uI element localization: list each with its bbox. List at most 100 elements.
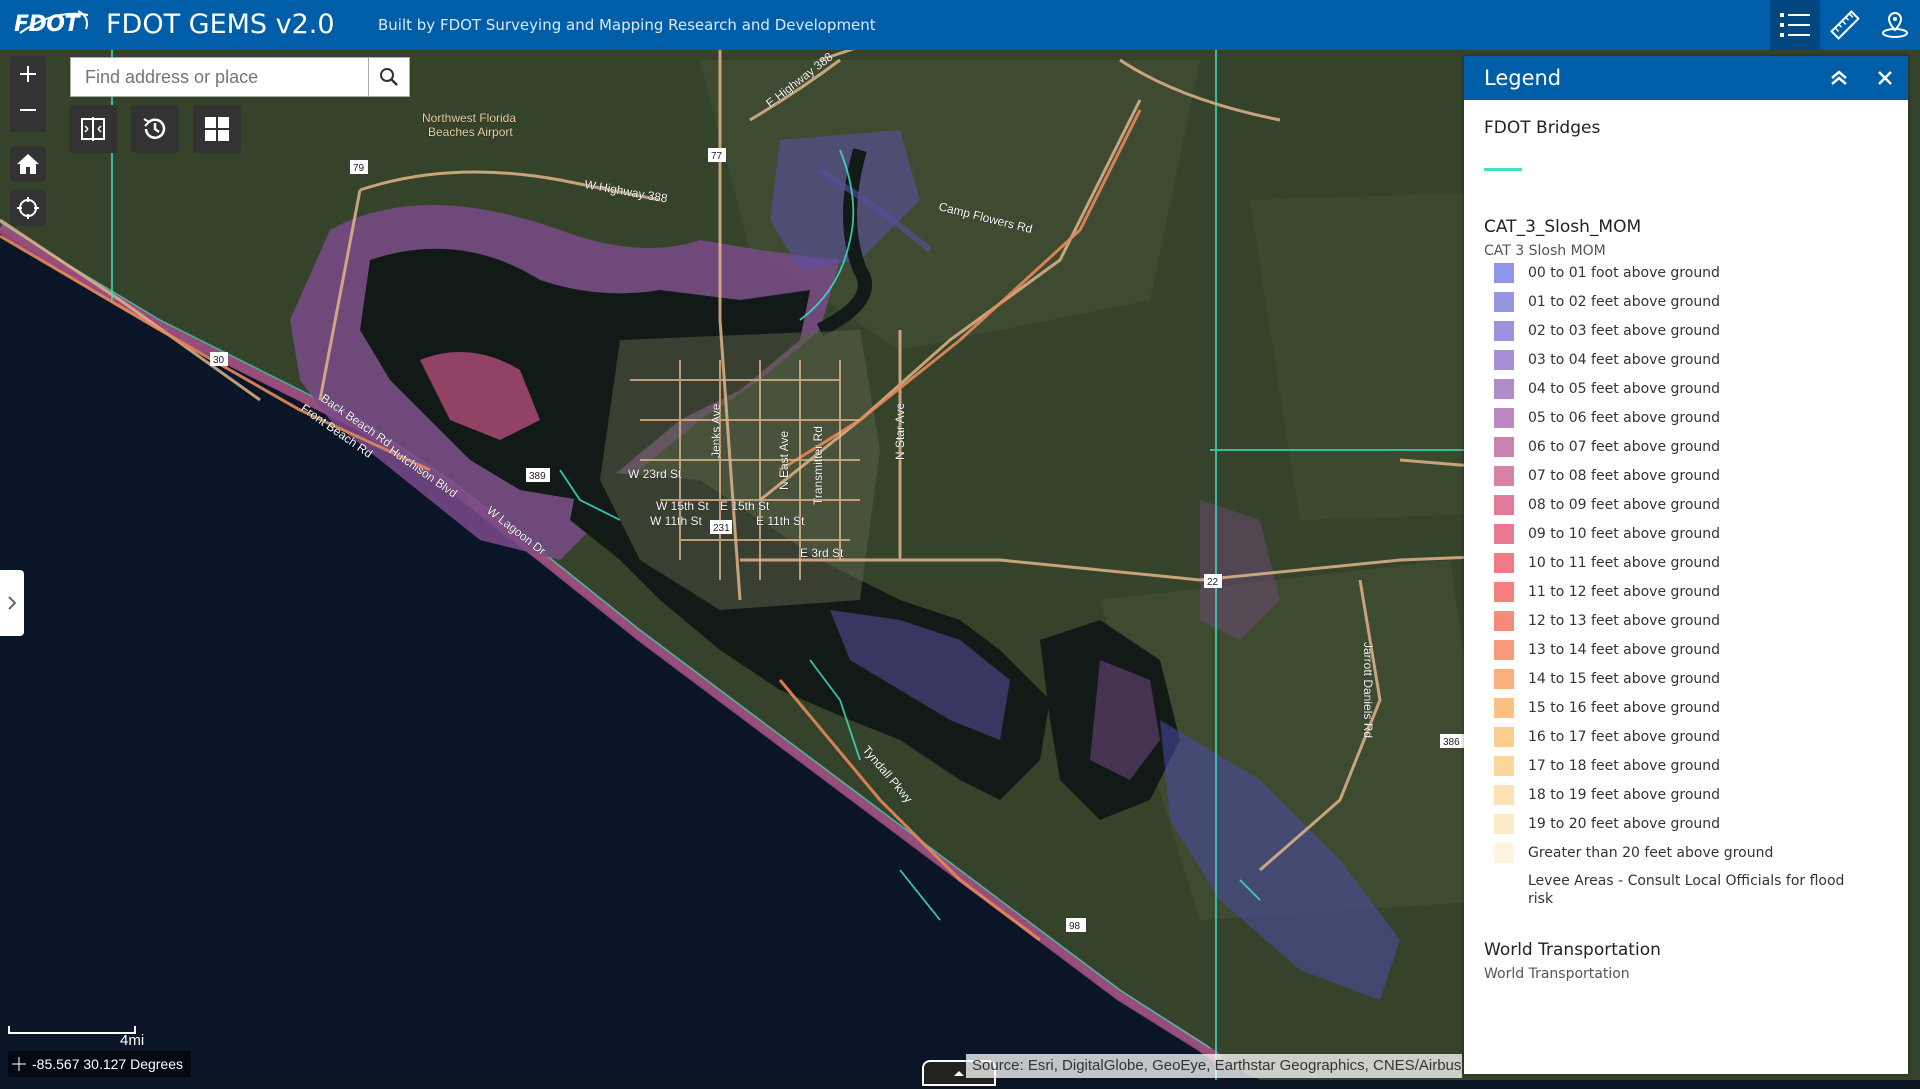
legend-item: 05 to 06 feet above ground	[1484, 408, 1884, 437]
legend-surge-sublabel: CAT 3 Slosh MOM	[1484, 243, 1606, 259]
legend-item-label: 04 to 05 feet above ground	[1528, 381, 1721, 397]
search-button[interactable]	[368, 58, 409, 96]
zoom-out-button[interactable]	[10, 92, 46, 128]
swipe-compare-button[interactable]	[69, 105, 117, 153]
measure-ruler-icon	[1830, 10, 1860, 40]
legend-item: 01 to 02 feet above ground	[1484, 292, 1884, 321]
coordinate-readout[interactable]: -85.567 30.127 Degrees	[8, 1051, 191, 1077]
measure-button[interactable]	[1820, 0, 1870, 50]
history-button[interactable]	[131, 105, 179, 153]
side-panel-toggle[interactable]	[0, 570, 24, 636]
home-icon	[17, 154, 39, 174]
legend-item-label: 07 to 08 feet above ground	[1528, 468, 1721, 484]
legend-color-swatch	[1494, 292, 1514, 312]
legend-item-label: Levee Areas - Consult Local Officials fo…	[1528, 873, 1845, 907]
legend-item: 06 to 07 feet above ground	[1484, 437, 1884, 466]
legend-item: 10 to 11 feet above ground	[1484, 553, 1884, 582]
legend-item-label: 03 to 04 feet above ground	[1528, 352, 1721, 368]
legend-item: 09 to 10 feet above ground	[1484, 524, 1884, 553]
legend-item: 03 to 04 feet above ground	[1484, 350, 1884, 379]
app-subtitle: Built by FDOT Surveying and Mapping Rese…	[378, 16, 876, 34]
legend-color-swatch	[1494, 669, 1514, 689]
legend-color-swatch	[1494, 437, 1514, 457]
legend-item: 16 to 17 feet above ground	[1484, 727, 1884, 756]
legend-transportation-sublabel: World Transportation	[1484, 966, 1630, 982]
chevron-right-icon	[8, 596, 17, 610]
legend-header: Legend	[1464, 56, 1908, 100]
legend-item-label: 12 to 13 feet above ground	[1528, 613, 1721, 629]
surge-legend-list: 00 to 01 foot above ground 01 to 02 feet …	[1484, 263, 1884, 916]
grid-icon	[205, 117, 229, 141]
scale-label: 4mi	[120, 1032, 145, 1049]
legend-item-label: 05 to 06 feet above ground	[1528, 410, 1721, 426]
legend-body: FDOT Bridges CAT_3_Slosh_MOM CAT 3 Slosh…	[1484, 118, 1884, 982]
legend-layer-world-transportation: World Transportation	[1484, 940, 1661, 960]
legend-item-label: 17 to 18 feet above ground	[1528, 758, 1721, 774]
legend-item-label: 01 to 02 feet above ground	[1528, 294, 1721, 310]
split-view-icon	[81, 117, 105, 141]
search-input[interactable]	[71, 58, 369, 96]
location-pin-icon	[1882, 11, 1908, 38]
legend-item: 14 to 15 feet above ground	[1484, 669, 1884, 698]
legend-item: 11 to 12 feet above ground	[1484, 582, 1884, 611]
zoom-in-button[interactable]	[10, 56, 46, 92]
legend-color-swatch	[1494, 379, 1514, 399]
close-icon	[1878, 71, 1892, 85]
legend-toggle-button[interactable]	[1770, 0, 1820, 50]
legend-item-label: 09 to 10 feet above ground	[1528, 526, 1721, 542]
legend-color-swatch	[1494, 698, 1514, 718]
legend-color-swatch	[1494, 495, 1514, 515]
search-widget	[70, 57, 410, 97]
legend-close-button[interactable]	[1874, 67, 1896, 89]
zoom-controls	[10, 56, 46, 132]
location-button[interactable]	[1870, 0, 1920, 50]
legend-item: 13 to 14 feet above ground	[1484, 640, 1884, 669]
coordinates-text: -85.567 30.127 Degrees	[32, 1056, 183, 1072]
minus-icon	[20, 109, 36, 111]
search-icon	[380, 68, 398, 86]
scale-bar	[8, 1026, 136, 1034]
legend-item-label: 15 to 16 feet above ground	[1528, 700, 1721, 716]
legend-color-swatch	[1494, 872, 1514, 892]
legend-item-label: 14 to 15 feet above ground	[1528, 671, 1721, 687]
basemap-gallery-button[interactable]	[193, 105, 241, 153]
legend-item: 19 to 20 feet above ground	[1484, 814, 1884, 843]
legend-list-icon	[1780, 13, 1810, 37]
legend-color-swatch	[1494, 582, 1514, 602]
legend-color-swatch	[1494, 553, 1514, 573]
legend-item: 18 to 19 feet above ground	[1484, 785, 1884, 814]
legend-item: Greater than 20 feet above ground	[1484, 843, 1884, 872]
legend-color-swatch	[1494, 843, 1514, 863]
legend-item: 17 to 18 feet above ground	[1484, 756, 1884, 785]
plus-icon	[20, 66, 36, 82]
legend-color-swatch	[1494, 524, 1514, 544]
crosshair-icon	[17, 197, 39, 219]
legend-color-swatch	[1494, 785, 1514, 805]
legend-color-swatch	[1494, 814, 1514, 834]
bridge-line-swatch	[1484, 168, 1522, 171]
history-clock-icon	[143, 118, 166, 139]
app-header: FDOT FDOT GEMS v2.0 Built by FDOT Survey…	[0, 0, 1920, 50]
legend-item: 07 to 08 feet above ground	[1484, 466, 1884, 495]
map-attribution: Source: Esri, DigitalGlobe, GeoEye, Eart…	[966, 1054, 1462, 1078]
legend-color-swatch	[1494, 263, 1514, 283]
legend-item-label: 08 to 09 feet above ground	[1528, 497, 1721, 513]
app-title: FDOT GEMS v2.0	[106, 9, 335, 40]
legend-color-swatch	[1494, 350, 1514, 370]
legend-item: 08 to 09 feet above ground	[1484, 495, 1884, 524]
legend-color-swatch	[1494, 321, 1514, 341]
legend-item: Levee Areas - Consult Local Officials fo…	[1484, 872, 1884, 916]
legend-collapse-button[interactable]	[1828, 67, 1850, 89]
legend-item-label: 11 to 12 feet above ground	[1528, 584, 1721, 600]
legend-item-label: 00 to 01 foot above ground	[1528, 265, 1720, 281]
legend-item-label: Greater than 20 feet above ground	[1528, 845, 1774, 861]
legend-item-label: 19 to 20 feet above ground	[1528, 816, 1721, 832]
legend-layer-fdot-bridges: FDOT Bridges	[1484, 118, 1601, 138]
home-button[interactable]	[10, 146, 46, 182]
locate-button[interactable]	[10, 190, 46, 226]
legend-item-label: 02 to 03 feet above ground	[1528, 323, 1721, 339]
legend-color-swatch	[1494, 727, 1514, 747]
legend-color-swatch	[1494, 756, 1514, 776]
legend-item-label: 16 to 17 feet above ground	[1528, 729, 1721, 745]
legend-item-label: 10 to 11 feet above ground	[1528, 555, 1721, 571]
